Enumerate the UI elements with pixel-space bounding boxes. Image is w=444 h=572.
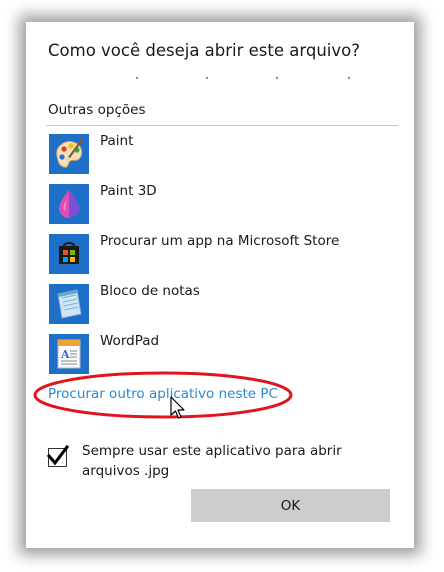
more-apps-link-area: Procurar outro aplicativo neste PC [32, 369, 294, 421]
section-divider [46, 125, 398, 126]
app-item-notepad[interactable]: Bloco de notas [46, 278, 398, 324]
dialog-title: Como você deseja abrir este arquivo? [48, 41, 361, 60]
app-name: WordPad [100, 333, 160, 349]
svg-text:A: A [60, 348, 70, 361]
app-item-paint-3d[interactable]: Paint 3D [46, 178, 398, 224]
always-use-checkbox[interactable] [46, 444, 70, 467]
scroll-hint-dots [136, 77, 356, 79]
app-name: Procurar um app na Microsoft Store [100, 233, 340, 249]
wordpad-icon: A [49, 334, 89, 374]
microsoft-store-icon [49, 234, 89, 274]
ok-button[interactable]: OK [191, 489, 390, 522]
section-label-other-options: Outras opções [48, 102, 146, 118]
app-name: Bloco de notas [100, 283, 200, 299]
open-with-dialog: Como você deseja abrir este arquivo? Out… [26, 22, 414, 548]
checkmark-icon [46, 444, 70, 466]
app-item-paint[interactable]: Paint [46, 128, 398, 174]
notepad-icon [49, 284, 89, 324]
app-name: Paint [100, 133, 134, 149]
app-name: Paint 3D [100, 183, 157, 199]
paint-3d-icon [49, 184, 89, 224]
paint-palette-icon [49, 134, 89, 174]
mouse-cursor-icon [170, 396, 186, 420]
always-use-label: Sempre usar este aplicativo para abrir a… [82, 443, 342, 479]
more-apps-link[interactable]: Procurar outro aplicativo neste PC [48, 386, 278, 402]
app-item-wordpad[interactable]: A WordPad [46, 328, 398, 374]
app-item-microsoft-store[interactable]: Procurar um app na Microsoft Store [46, 228, 398, 274]
